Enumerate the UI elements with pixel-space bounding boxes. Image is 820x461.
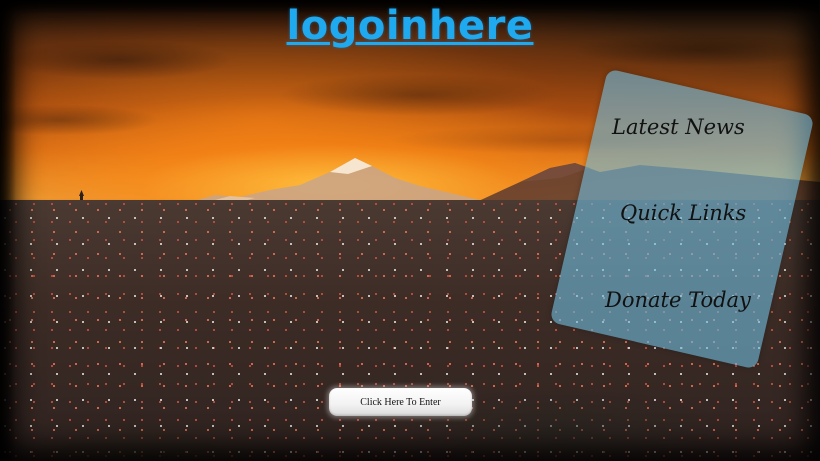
enter-button[interactable]: Click Here To Enter [329, 388, 472, 416]
landing-page: logoinhere Latest News Quick Links Donat… [0, 0, 820, 461]
logo-container: logoinhere [0, 2, 820, 50]
menu-item-latest-news[interactable]: Latest News [612, 115, 745, 139]
menu-item-quick-links[interactable]: Quick Links [620, 201, 746, 225]
logo-link[interactable]: logoinhere [287, 2, 534, 50]
menu-item-donate-today[interactable]: Donate Today [605, 288, 751, 312]
